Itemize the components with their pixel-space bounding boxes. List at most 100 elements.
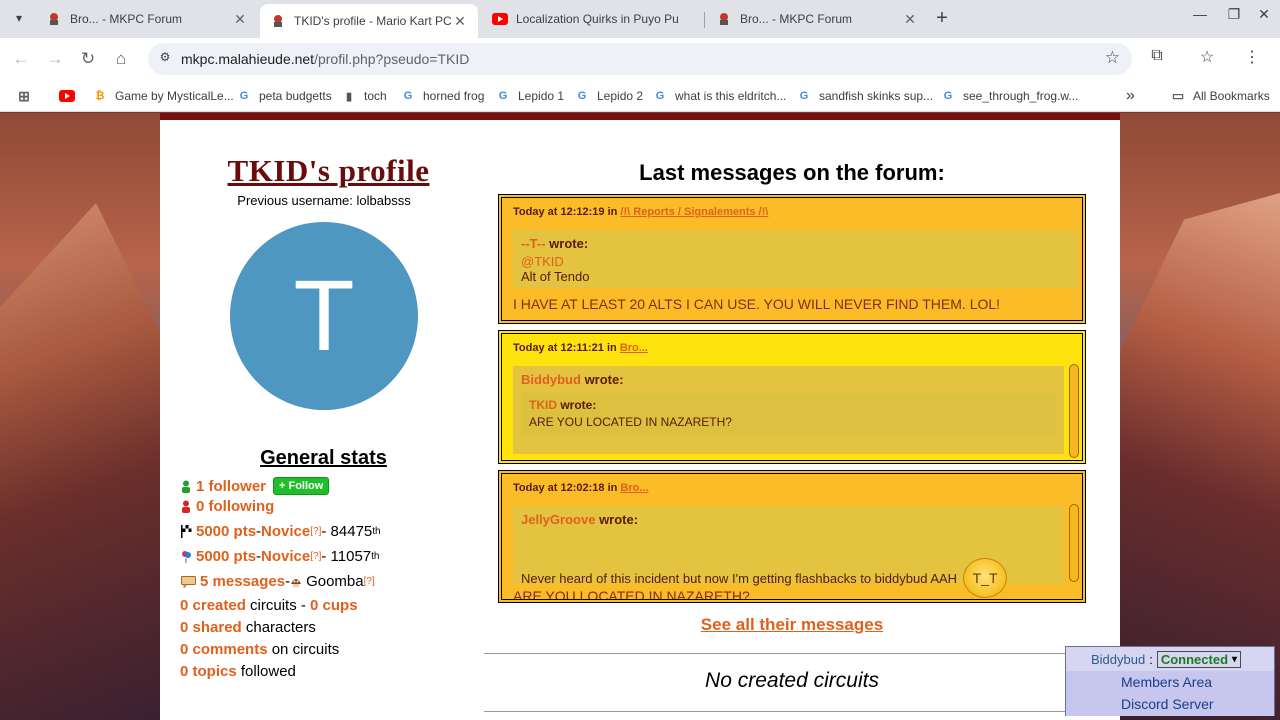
- forum-topic-link[interactable]: Bro...: [620, 342, 648, 354]
- tab-title: TKID's profile - Mario Kart PC: [294, 14, 452, 28]
- avatar: T: [230, 222, 418, 410]
- mario-kart-icon: [716, 11, 732, 27]
- message-meta: Today at 12:11:21 in Bro...: [513, 342, 648, 354]
- stat-label: on circuits: [267, 641, 340, 658]
- close-window-icon[interactable]: ✕: [1252, 6, 1276, 28]
- mention-link[interactable]: @TKID: [521, 254, 1070, 269]
- follow-button[interactable]: + Follow: [273, 477, 330, 495]
- rank-help-link[interactable]: [?]: [310, 526, 321, 537]
- quote-user-link[interactable]: Biddybud: [521, 372, 581, 387]
- menu-kebab-icon[interactable]: ⋮: [1240, 47, 1264, 71]
- stat-label: circuits -: [245, 597, 311, 614]
- wrote-label: wrote:: [599, 512, 639, 527]
- tab-mkpc-forum-1[interactable]: Bro... - MKPC Forum ✕: [36, 4, 258, 34]
- message-scrollbar[interactable]: [1069, 504, 1079, 582]
- apps-grid-icon[interactable]: ⊞: [16, 86, 39, 106]
- see-all-messages-link[interactable]: See all their messages: [500, 615, 1084, 635]
- home-icon[interactable]: ⌂: [108, 46, 134, 72]
- youtube-icon: [492, 11, 508, 27]
- flame-icon: ₿: [95, 90, 105, 102]
- message-scrollbar[interactable]: [1069, 364, 1079, 458]
- in-label: in: [607, 482, 618, 494]
- mario-kart-icon: [270, 13, 286, 29]
- wrote-label: wrote:: [560, 398, 597, 412]
- person-green-icon: [180, 479, 192, 493]
- bookmark-item[interactable]: G Lepido 1: [495, 86, 564, 106]
- in-label: in: [607, 206, 618, 218]
- quote-user-link[interactable]: --T--: [521, 236, 546, 251]
- google-icon: G: [239, 90, 249, 102]
- bookmark-item[interactable]: Ghorned frog: [400, 86, 485, 106]
- reload-icon[interactable]: ↻: [75, 46, 101, 72]
- close-icon[interactable]: ✕: [232, 11, 248, 28]
- rank-help-link[interactable]: [?]: [310, 551, 321, 562]
- rank-help-link[interactable]: [?]: [364, 576, 375, 587]
- status-value: Connected: [1160, 652, 1229, 667]
- status-select[interactable]: Connected ▾: [1156, 651, 1242, 668]
- message-body: ARE YOU LOCATED IN NAZARETH?: [513, 588, 750, 600]
- followers-link[interactable]: 1 follower: [196, 478, 266, 495]
- message-frame: Today at 12:02:18 in Bro... JellyGroove …: [501, 473, 1083, 600]
- tab-mkpc-forum-2[interactable]: Bro... - MKPC Forum ✕: [706, 4, 928, 34]
- divider: [484, 653, 1109, 654]
- cups-link[interactable]: 0 cups: [310, 597, 358, 614]
- tab-title: Bro... - MKPC Forum: [740, 12, 853, 26]
- back-arrow-icon[interactable]: ←: [8, 46, 34, 72]
- topics-link[interactable]: 0 topics: [180, 663, 237, 680]
- chevron-down-icon: ▾: [15, 11, 23, 25]
- member-status-row: Biddybud : Connected ▾: [1091, 651, 1242, 668]
- person-red-icon: [180, 500, 192, 514]
- extensions-icon[interactable]: ⧉: [1145, 47, 1169, 71]
- minimize-icon[interactable]: —: [1188, 6, 1212, 28]
- rank-label: Novice: [261, 548, 311, 565]
- tab-search-button[interactable]: ▾: [8, 7, 30, 29]
- bookmark-item[interactable]: ▮ toch: [341, 86, 387, 106]
- bookmarks-overflow-button[interactable]: »: [1126, 86, 1135, 106]
- forward-arrow-icon[interactable]: →: [42, 46, 68, 72]
- tab-title: Localization Quirks in Puyo Pu: [516, 12, 679, 26]
- maximize-icon[interactable]: ❐: [1222, 6, 1246, 28]
- forum-topic-link[interactable]: Bro...: [620, 482, 648, 494]
- bookmark-item[interactable]: G Lepido 2: [574, 86, 643, 106]
- tab-tkid-profile[interactable]: TKID's profile - Mario Kart PC ✕: [260, 4, 478, 38]
- bookmark-item[interactable]: Gpeta budgetts: [236, 86, 332, 106]
- discord-server-link[interactable]: Discord Server: [1121, 696, 1214, 712]
- bookmark-label: Lepido 2: [597, 89, 644, 103]
- close-icon[interactable]: ✕: [902, 11, 918, 28]
- folder-icon: ▭: [1171, 88, 1185, 103]
- balloons-icon: [180, 550, 192, 564]
- close-icon[interactable]: ✕: [452, 13, 468, 30]
- all-bookmarks-button[interactable]: ▭ All Bookmarks: [1170, 86, 1270, 106]
- star-icon[interactable]: ☆: [1105, 48, 1120, 68]
- comments-link[interactable]: 0 comments: [180, 641, 268, 658]
- created-link[interactable]: 0 created: [180, 597, 246, 614]
- reading-list-icon[interactable]: ☆: [1195, 47, 1219, 71]
- bookmarks-bar: ⊞ ₿ Game by MysticalLe... Gpeta budgetts …: [0, 80, 1280, 112]
- message-time: Today at 12:02:18: [513, 482, 605, 494]
- bookmark-item[interactable]: Gsandfish skinks sup...: [796, 86, 933, 106]
- bookmark-item[interactable]: Gsee_through_frog.w...: [940, 86, 1079, 106]
- quote-user-link[interactable]: JellyGroove: [521, 512, 595, 527]
- general-stats-heading: General stats: [260, 447, 387, 469]
- member-username[interactable]: Biddybud: [1091, 652, 1145, 667]
- site-info-icon[interactable]: ⚙: [156, 50, 174, 68]
- address-bar[interactable]: ⚙ mkpc.malahieude.net/profil.php?pseudo=…: [148, 43, 1132, 75]
- bookmark-youtube[interactable]: [59, 86, 82, 106]
- tab-youtube-video[interactable]: Localization Quirks in Puyo Pu: [482, 4, 704, 34]
- no-circuits-text: No created circuits: [705, 669, 879, 692]
- youtube-icon: [59, 88, 75, 104]
- messages-count-link[interactable]: 5 messages: [200, 573, 285, 590]
- shared-link[interactable]: 0 shared: [180, 619, 242, 636]
- tab-separator: [704, 12, 705, 28]
- member-panel: Biddybud : Connected ▾ Members Area Disco…: [1065, 646, 1275, 716]
- following-link[interactable]: 0 following: [196, 498, 274, 515]
- bookmark-item[interactable]: ₿ Game by MysticalLe...: [92, 86, 234, 106]
- members-area-link[interactable]: Members Area: [1121, 674, 1212, 690]
- new-tab-button[interactable]: +: [930, 7, 954, 31]
- ranking-position: - 84475: [321, 523, 373, 540]
- forum-topic-link[interactable]: /!\ Reports / Signalements /!\: [620, 206, 768, 218]
- following-stat: 0 following: [180, 498, 274, 515]
- all-bookmarks-label: All Bookmarks: [1193, 89, 1270, 103]
- quote-user-link[interactable]: TKID: [529, 398, 557, 412]
- bookmark-item[interactable]: Gwhat is this eldritch...: [652, 86, 787, 106]
